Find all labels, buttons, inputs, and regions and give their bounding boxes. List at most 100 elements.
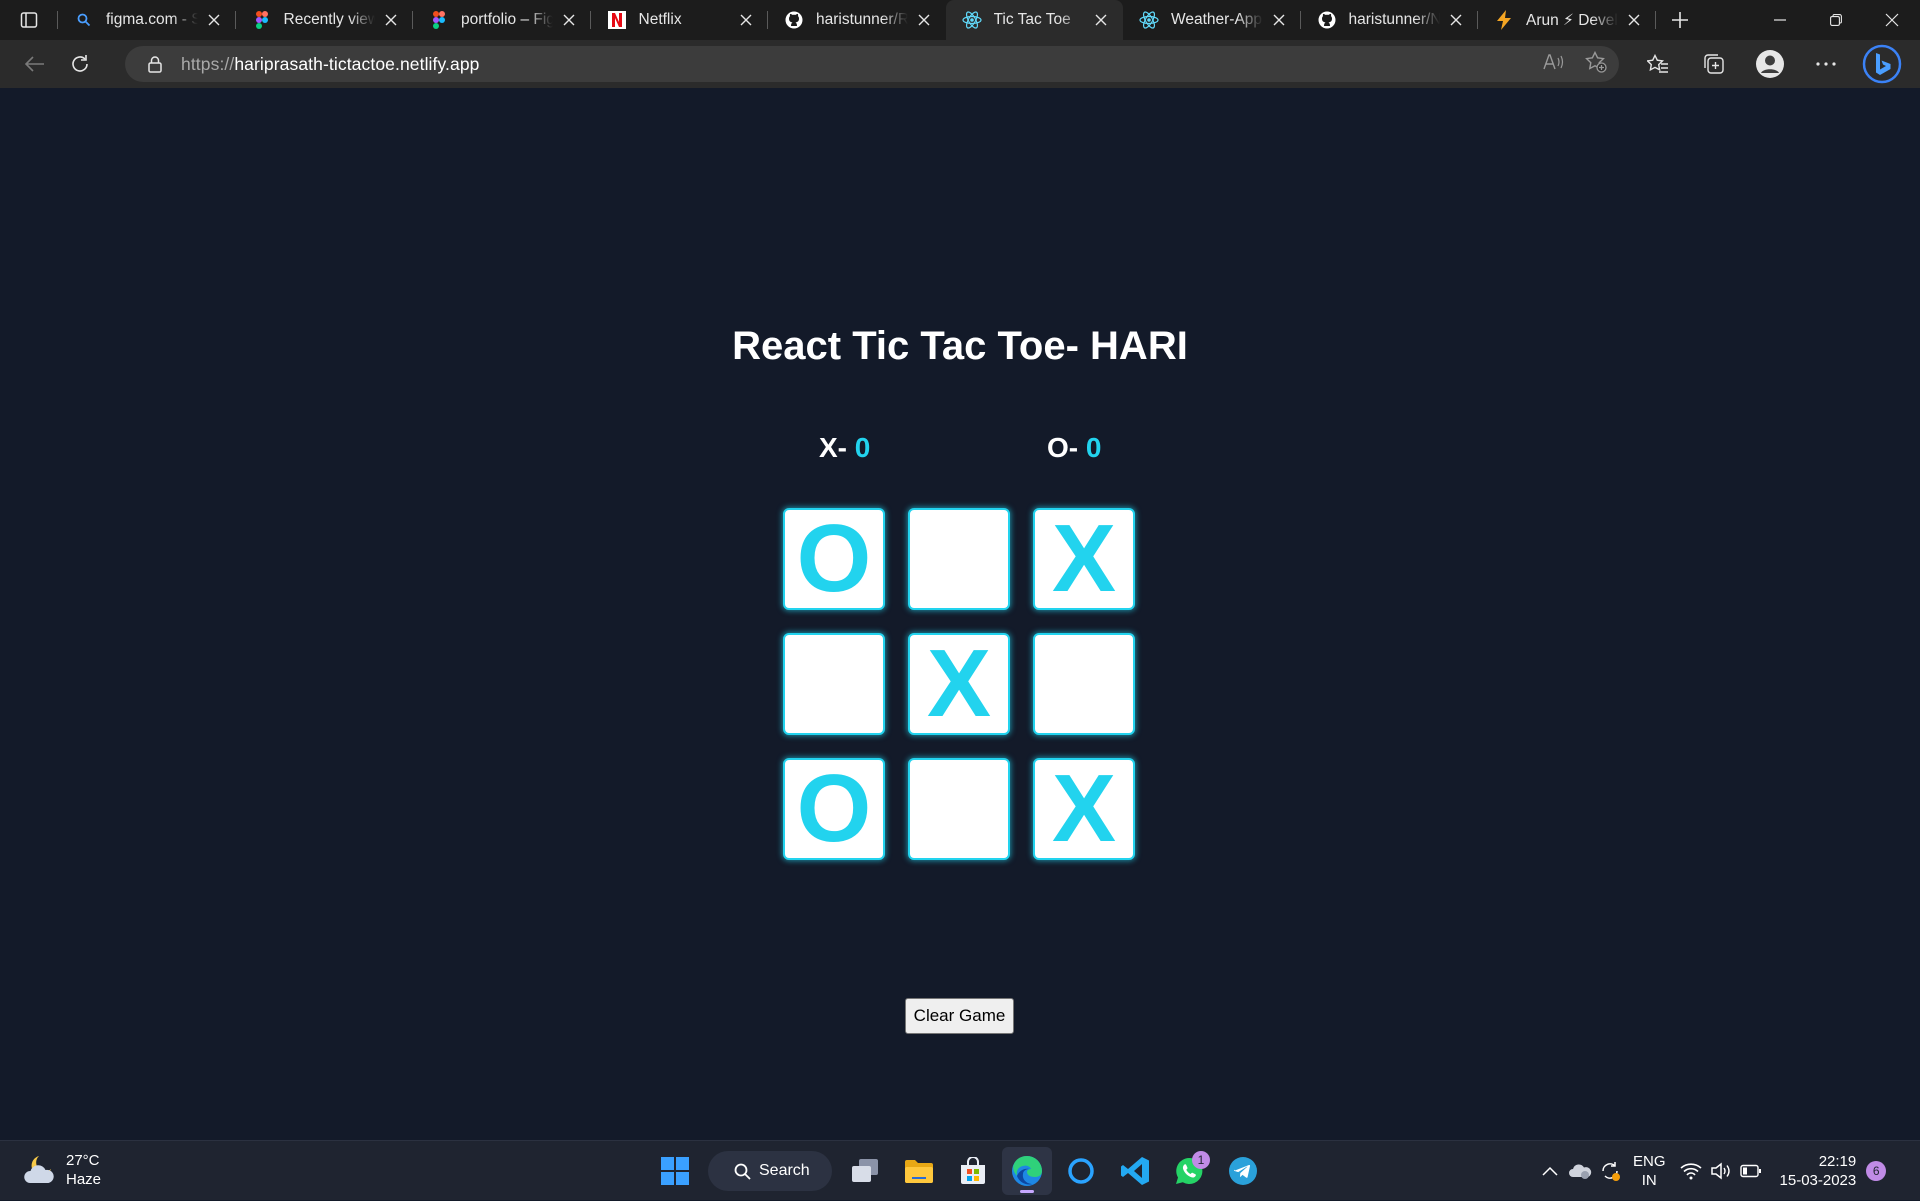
close-tab-icon[interactable]	[1091, 10, 1111, 30]
task-view-button[interactable]	[840, 1147, 890, 1195]
file-explorer-button[interactable]	[894, 1147, 944, 1195]
bing-icon	[1862, 44, 1902, 84]
close-tab-icon[interactable]	[914, 10, 934, 30]
page-content: React Tic Tac Toe- HARI X- 0 O- 0 O X X …	[0, 88, 1920, 1140]
profile-button[interactable]	[1742, 40, 1798, 88]
minimize-button[interactable]	[1752, 0, 1808, 40]
tab-weather-app[interactable]: Weather-App	[1123, 0, 1301, 40]
system-tray: ENG IN 22:19 15-03-2023 6	[1535, 1141, 1887, 1201]
notification-badge: 1	[1192, 1151, 1210, 1169]
collections-icon	[1704, 54, 1724, 74]
onedrive-icon[interactable]	[1565, 1162, 1595, 1180]
close-tab-icon[interactable]	[204, 10, 224, 30]
tab-arun-developer[interactable]: Arun ⚡ Developer	[1478, 0, 1656, 40]
close-tab-icon[interactable]	[1446, 10, 1466, 30]
notification-count-badge[interactable]: 6	[1866, 1161, 1887, 1181]
search-label: Search	[759, 1162, 810, 1179]
taskbar-apps: Search 1	[650, 1147, 1268, 1195]
new-tab-button[interactable]	[1656, 0, 1704, 40]
url-text[interactable]: https://hariprasath-tictactoe.netlify.ap…	[181, 54, 480, 75]
taskbar-search[interactable]: Search	[708, 1151, 832, 1191]
restore-icon	[1830, 14, 1842, 26]
tab-netflix[interactable]: Netflix	[591, 0, 769, 40]
page-title: React Tic Tac Toe- HARI	[732, 324, 1188, 368]
board-cell[interactable]: X	[1033, 758, 1135, 860]
tab-github-netflix[interactable]: haristunner/Netflix	[1301, 0, 1479, 40]
close-tab-icon[interactable]	[1269, 10, 1289, 30]
tab-github-react[interactable]: haristunner/React	[768, 0, 946, 40]
board-cell[interactable]	[783, 633, 885, 735]
vscode-button[interactable]	[1110, 1147, 1160, 1195]
weather-condition: Haze	[66, 1171, 102, 1188]
restore-button[interactable]	[1808, 0, 1864, 40]
sync-icon[interactable]	[1595, 1160, 1625, 1182]
edge-button[interactable]	[1002, 1147, 1052, 1195]
more-options-button[interactable]	[1798, 40, 1854, 88]
task-view-icon	[852, 1159, 878, 1182]
board-cell[interactable]: O	[783, 508, 885, 610]
whatsapp-button[interactable]: 1	[1164, 1147, 1214, 1195]
clock[interactable]: 22:19 15-03-2023	[1780, 1152, 1857, 1190]
tab-figma-recent[interactable]: Recently viewed	[236, 0, 414, 40]
close-tab-icon[interactable]	[559, 10, 579, 30]
address-bar-actions	[1543, 46, 1607, 82]
react-icon	[1139, 10, 1159, 30]
battery-icon[interactable]	[1736, 1164, 1766, 1178]
language-code: ENG	[1633, 1153, 1666, 1170]
board-cell[interactable]: X	[908, 633, 1010, 735]
react-icon	[961, 10, 982, 30]
netflix-icon	[607, 10, 627, 30]
read-aloud-icon[interactable]	[1543, 53, 1565, 76]
minimize-icon	[1774, 19, 1786, 21]
cortana-button[interactable]	[1056, 1147, 1106, 1195]
cloudy-moon-icon	[24, 1156, 54, 1183]
clear-game-button[interactable]: Clear Game	[905, 998, 1014, 1034]
score-o: O- 0	[1047, 432, 1101, 464]
volume-icon[interactable]	[1706, 1162, 1736, 1180]
add-favorite-icon[interactable]	[1585, 50, 1607, 78]
tab-title: figma.com - Search	[106, 11, 198, 28]
date: 15-03-2023	[1779, 1172, 1857, 1189]
windows-taskbar: 27°C Haze Search 1 ENG IN 22:19 15-03-20…	[0, 1140, 1920, 1200]
refresh-button[interactable]	[60, 46, 100, 82]
close-tab-icon[interactable]	[736, 10, 756, 30]
avatar-icon	[1756, 50, 1784, 78]
bing-copilot-button[interactable]	[1854, 40, 1910, 88]
edge-icon	[1012, 1156, 1042, 1186]
board-cell[interactable]: X	[1033, 508, 1135, 610]
score-o-value: 0	[1085, 432, 1102, 463]
back-button[interactable]	[15, 46, 55, 82]
language-indicator[interactable]: ENG IN	[1633, 1152, 1666, 1190]
board-cell[interactable]: O	[783, 758, 885, 860]
tab-figma-search[interactable]: figma.com - Search	[58, 0, 236, 40]
start-button[interactable]	[650, 1147, 700, 1195]
tab-tic-tac-toe[interactable]: Tic Tac Toe	[945, 0, 1123, 40]
score-o-label: O-	[1047, 432, 1079, 463]
address-bar[interactable]: https://hariprasath-tictactoe.netlify.ap…	[125, 46, 1619, 82]
wifi-icon[interactable]	[1676, 1162, 1706, 1180]
close-icon	[1885, 13, 1899, 27]
store-icon	[961, 1157, 985, 1184]
weather-widget[interactable]: 27°C Haze	[22, 1151, 101, 1189]
region-code: IN	[1641, 1172, 1657, 1189]
store-button[interactable]	[948, 1147, 998, 1195]
telegram-button[interactable]	[1218, 1147, 1268, 1195]
board-cell[interactable]	[908, 508, 1010, 610]
tab-actions-button[interactable]	[0, 0, 58, 40]
lock-icon[interactable]	[145, 55, 165, 73]
board-cell[interactable]	[1033, 633, 1135, 735]
tab-title: Arun ⚡ Developer	[1526, 11, 1618, 29]
telegram-icon	[1229, 1157, 1257, 1185]
folder-icon	[905, 1160, 933, 1183]
close-tab-icon[interactable]	[1624, 10, 1644, 30]
collections-button[interactable]	[1686, 40, 1742, 88]
favorites-button[interactable]	[1630, 40, 1686, 88]
chevron-up-icon[interactable]	[1535, 1166, 1565, 1176]
close-tab-icon[interactable]	[381, 10, 401, 30]
score-x: X- 0	[819, 432, 870, 464]
close-window-button[interactable]	[1864, 0, 1920, 40]
tab-list: figma.com - Search Recently viewed portf…	[58, 0, 1656, 40]
tab-title: Weather-App	[1171, 11, 1263, 28]
tab-figma-portfolio[interactable]: portfolio – Figma	[413, 0, 591, 40]
board-cell[interactable]	[908, 758, 1010, 860]
